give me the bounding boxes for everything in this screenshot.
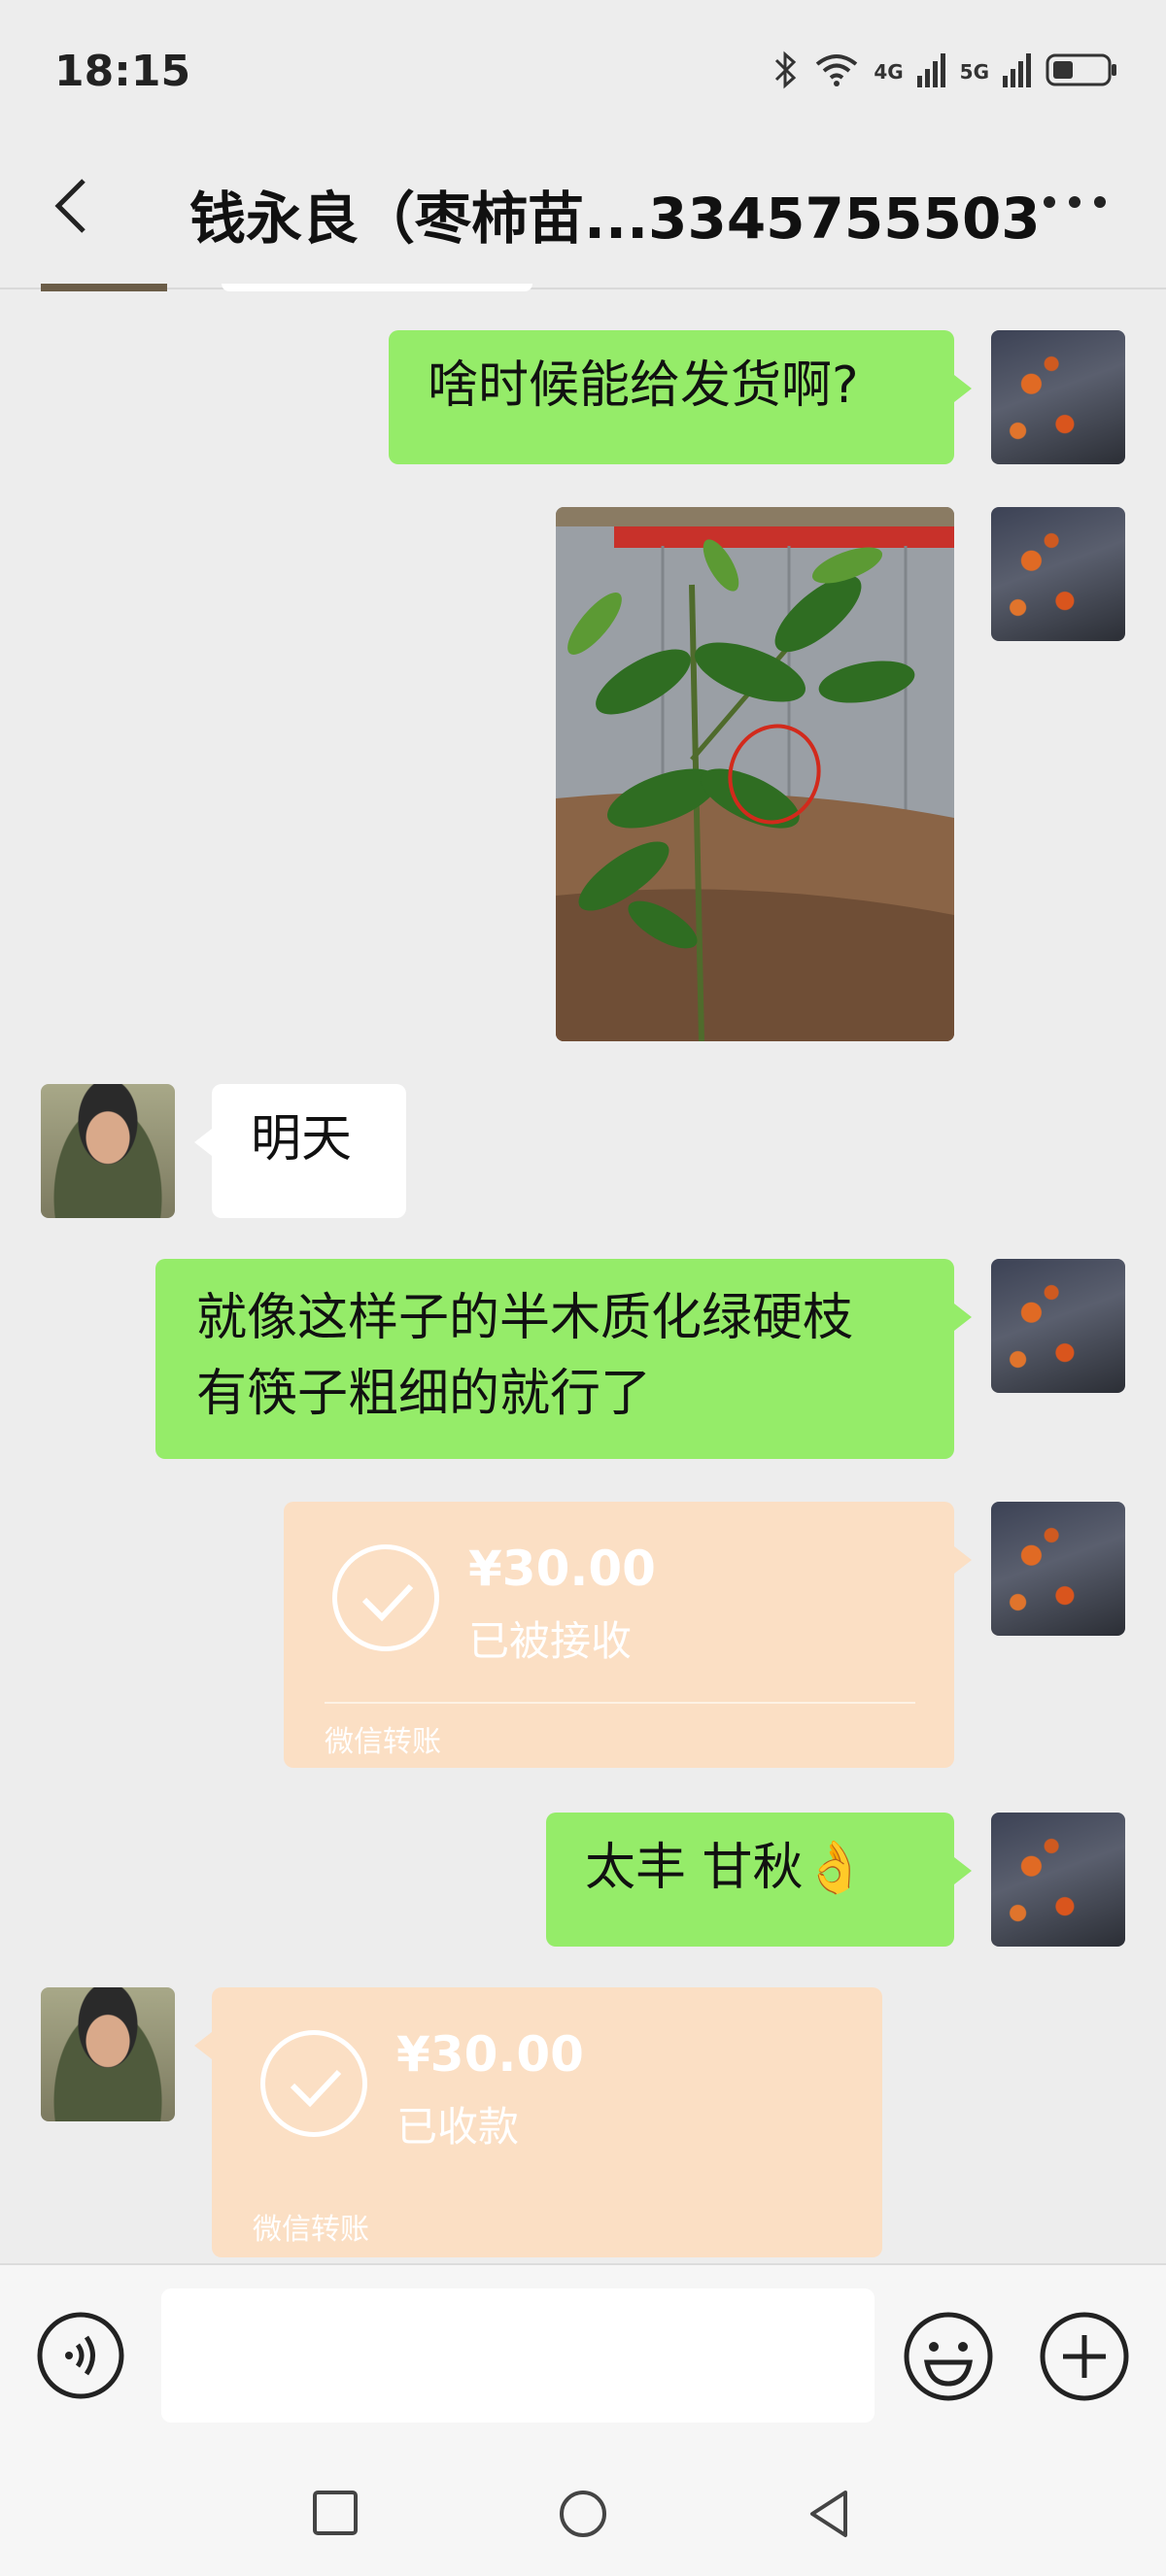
message-input[interactable] bbox=[161, 2288, 874, 2423]
transfer-divider bbox=[325, 1702, 915, 1704]
message-bubble[interactable]: 啥时候能给发货啊? bbox=[389, 330, 972, 464]
home-button[interactable] bbox=[558, 2489, 608, 2543]
self-avatar[interactable] bbox=[991, 1259, 1125, 1393]
wifi-icon bbox=[813, 52, 860, 91]
clipped-avatar-remnant bbox=[41, 284, 167, 291]
message-text-line-2: 有筷子粗细的就行了 bbox=[196, 1365, 652, 1423]
check-circle-icon bbox=[332, 1544, 439, 1651]
self-avatar[interactable] bbox=[991, 1813, 1125, 1947]
network-5g-label: 5G bbox=[959, 60, 989, 84]
signal-icon-2 bbox=[1003, 52, 1032, 91]
transfer-card-sent[interactable]: ¥30.00 已被接收 微信转账 bbox=[284, 1502, 972, 1768]
system-back-button[interactable] bbox=[805, 2487, 853, 2545]
signal-icon-1 bbox=[916, 52, 946, 91]
check-circle-icon bbox=[260, 2030, 367, 2137]
emoji-button[interactable] bbox=[902, 2310, 995, 2407]
message-text-line-1: 就像这样子的半木质化绿硬枝 bbox=[196, 1289, 854, 1347]
transfer-label: 微信转账 bbox=[253, 2213, 369, 2247]
message-text: 明天 bbox=[251, 1110, 353, 1169]
self-avatar[interactable] bbox=[991, 1502, 1125, 1636]
status-time: 18:15 bbox=[54, 47, 191, 96]
more-button[interactable] bbox=[1040, 192, 1110, 216]
message-text: 啥时候能给发货啊? bbox=[428, 356, 859, 415]
header-divider bbox=[0, 288, 1166, 289]
clipped-message-remnant bbox=[222, 284, 532, 291]
message-bubble[interactable]: 太丰 甘秋👌 bbox=[546, 1813, 972, 1947]
contact-avatar[interactable] bbox=[41, 1084, 175, 1218]
recent-apps-button[interactable] bbox=[311, 2489, 360, 2541]
message-bubble[interactable]: 就像这样子的半木质化绿硬枝 有筷子粗细的就行了 bbox=[155, 1259, 972, 1459]
contact-avatar[interactable] bbox=[41, 1987, 175, 2121]
battery-icon bbox=[1046, 51, 1119, 92]
transfer-amount: ¥30.00 bbox=[396, 2026, 584, 2083]
back-button[interactable] bbox=[49, 175, 93, 241]
transfer-status: 已被接收 bbox=[468, 1617, 633, 1665]
voice-button[interactable] bbox=[35, 2310, 126, 2405]
bluetooth-icon bbox=[772, 51, 800, 93]
plant-photo[interactable] bbox=[556, 507, 954, 1041]
transfer-status: 已收款 bbox=[396, 2103, 520, 2151]
transfer-card-received[interactable]: ¥30.00 已收款 微信转账 bbox=[194, 1987, 882, 2257]
self-avatar[interactable] bbox=[991, 507, 1125, 641]
status-icons: 4G 5G bbox=[772, 51, 1119, 93]
transfer-label: 微信转账 bbox=[325, 1725, 441, 1759]
message-text: 太丰 甘秋👌 bbox=[585, 1839, 867, 1897]
chat-title: 钱永良（枣柿苗...3345755503 bbox=[189, 186, 1041, 252]
add-button[interactable] bbox=[1038, 2310, 1131, 2407]
message-bubble[interactable]: 明天 bbox=[194, 1084, 406, 1218]
transfer-amount: ¥30.00 bbox=[468, 1541, 656, 1597]
network-4g-label: 4G bbox=[874, 60, 904, 84]
self-avatar[interactable] bbox=[991, 330, 1125, 464]
